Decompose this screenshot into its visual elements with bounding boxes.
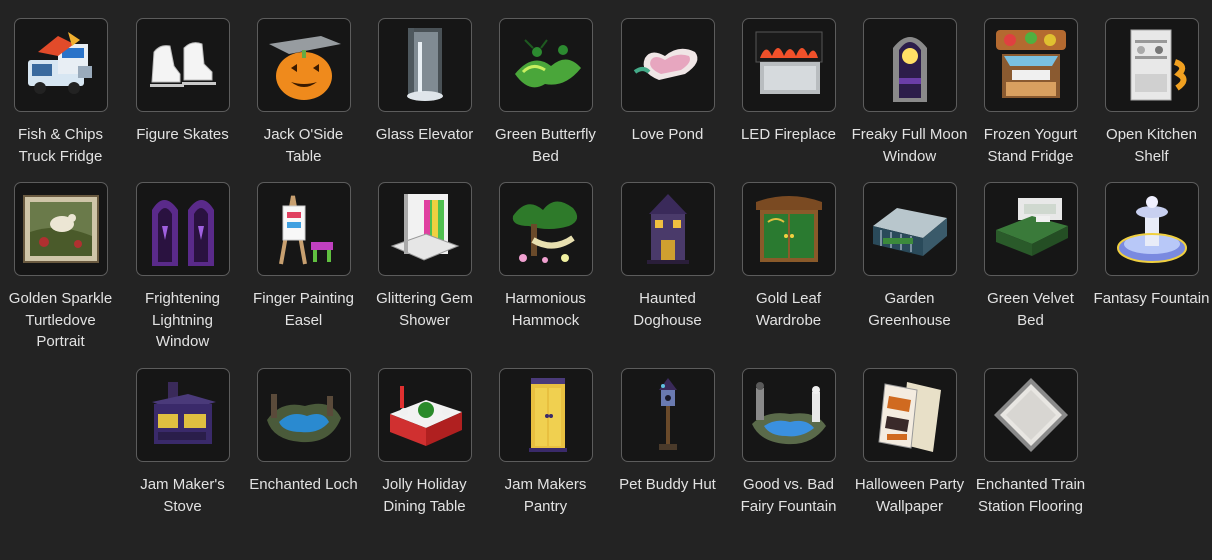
moon-window-icon (862, 18, 957, 112)
pumpkin-table-icon (256, 18, 351, 112)
item-label: Jam Makers Pantry (504, 476, 587, 515)
item-label: LED Fireplace (740, 126, 837, 143)
item-jack-oside-table[interactable]: Jack O'Side Table (243, 18, 364, 167)
item-grid: Fish & Chips Truck Fridge Figure Skates … (0, 0, 1212, 560)
item-label: Green Butterfly Bed (495, 126, 596, 165)
loch-icon (256, 368, 351, 462)
pantry-icon (498, 368, 593, 462)
easel-icon (256, 182, 351, 276)
item-label: Freaky Full Moon Window (851, 126, 968, 165)
item-good-vs-bad-fairy-fountain[interactable]: Good vs. Bad Fairy Fountain (728, 368, 849, 517)
item-jam-makers-stove[interactable]: Jam Maker's Stove (122, 368, 243, 517)
stove-icon (135, 368, 230, 462)
item-halloween-party-wallpaper[interactable]: Halloween Party Wallpaper (849, 368, 970, 517)
haunted-house-icon (620, 182, 715, 276)
gothic-window-icon (135, 182, 230, 276)
dining-table-icon (377, 368, 472, 462)
item-label: Haunted Doghouse (633, 290, 702, 329)
heart-pond-icon (620, 18, 715, 112)
item-label: Frightening Lightning Window (144, 290, 221, 350)
fairy-fountain-icon (741, 368, 836, 462)
item-label: Golden Sparkle Turtledove Portrait (8, 290, 113, 350)
item-haunted-doghouse[interactable]: Haunted Doghouse (607, 182, 728, 331)
item-label: Green Velvet Bed (987, 290, 1074, 329)
item-frozen-yogurt-stand-fridge[interactable]: Frozen Yogurt Stand Fridge (970, 18, 1091, 167)
butterfly-bed-icon (498, 18, 593, 112)
food-truck-icon (13, 18, 108, 112)
item-love-pond[interactable]: Love Pond (607, 18, 728, 146)
birdhouse-icon (620, 368, 715, 462)
item-harmonious-hammock[interactable]: Harmonious Hammock (485, 182, 606, 331)
yogurt-stand-icon (983, 18, 1078, 112)
wardrobe-icon (741, 182, 836, 276)
kitchen-shelf-icon (1104, 18, 1199, 112)
bed-icon (983, 182, 1078, 276)
item-pet-buddy-hut[interactable]: Pet Buddy Hut (607, 368, 728, 496)
fountain-icon (1104, 182, 1199, 276)
item-label: Jam Maker's Stove (140, 476, 225, 515)
item-label: Glass Elevator (375, 126, 474, 143)
shower-icon (377, 182, 472, 276)
item-led-fireplace[interactable]: LED Fireplace (728, 18, 849, 146)
item-label: Frozen Yogurt Stand Fridge (983, 126, 1078, 165)
item-label: Gold Leaf Wardrobe (755, 290, 822, 329)
item-label: Finger Painting Easel (253, 290, 354, 329)
item-glass-elevator[interactable]: Glass Elevator (364, 18, 485, 146)
item-label: Jack O'Side Table (263, 126, 344, 165)
floor-tile-icon (983, 368, 1078, 462)
item-label: Enchanted Train Station Flooring (975, 476, 1086, 515)
item-figure-skates[interactable]: Figure Skates (122, 18, 243, 146)
item-green-butterfly-bed[interactable]: Green Butterfly Bed (485, 18, 606, 167)
wallpaper-icon (862, 368, 957, 462)
item-frightening-lightning-window[interactable]: Frightening Lightning Window (122, 182, 243, 353)
item-glittering-gem-shower[interactable]: Glittering Gem Shower (364, 182, 485, 331)
item-label: Garden Greenhouse (868, 290, 951, 329)
item-label: Fish & Chips Truck Fridge (17, 126, 104, 165)
item-fish-chips-truck-fridge[interactable]: Fish & Chips Truck Fridge (0, 18, 121, 167)
item-label: Pet Buddy Hut (619, 476, 716, 493)
bird-portrait-icon (13, 182, 108, 276)
item-jam-makers-pantry[interactable]: Jam Makers Pantry (485, 368, 606, 517)
item-enchanted-train-station-flooring[interactable]: Enchanted Train Station Flooring (970, 368, 1091, 517)
item-label: Love Pond (631, 126, 704, 143)
ice-skates-icon (135, 18, 230, 112)
item-label: Halloween Party Wallpaper (854, 476, 965, 515)
item-gold-leaf-wardrobe[interactable]: Gold Leaf Wardrobe (728, 182, 849, 331)
item-label: Jolly Holiday Dining Table (382, 476, 467, 515)
greenhouse-icon (862, 182, 957, 276)
item-label: Glittering Gem Shower (376, 290, 473, 329)
item-green-velvet-bed[interactable]: Green Velvet Bed (970, 182, 1091, 331)
item-jolly-holiday-dining-table[interactable]: Jolly Holiday Dining Table (364, 368, 485, 517)
item-garden-greenhouse[interactable]: Garden Greenhouse (849, 182, 970, 331)
item-label: Enchanted Loch (249, 476, 358, 493)
item-enchanted-loch[interactable]: Enchanted Loch (243, 368, 364, 496)
item-label: Harmonious Hammock (505, 290, 586, 329)
item-finger-painting-easel[interactable]: Finger Painting Easel (243, 182, 364, 331)
item-label: Fantasy Fountain (1093, 290, 1210, 307)
hammock-icon (498, 182, 593, 276)
item-fantasy-fountain[interactable]: Fantasy Fountain (1091, 182, 1212, 310)
item-label: Good vs. Bad Fairy Fountain (740, 476, 837, 515)
item-label: Figure Skates (136, 126, 229, 143)
elevator-icon (377, 18, 472, 112)
item-open-kitchen-shelf[interactable]: Open Kitchen Shelf (1091, 18, 1212, 167)
item-golden-sparkle-turtledove-portrait[interactable]: Golden Sparkle Turtledove Portrait (0, 182, 121, 353)
item-freaky-full-moon-window[interactable]: Freaky Full Moon Window (849, 18, 970, 167)
item-label: Open Kitchen Shelf (1106, 126, 1197, 165)
fireplace-icon (741, 18, 836, 112)
